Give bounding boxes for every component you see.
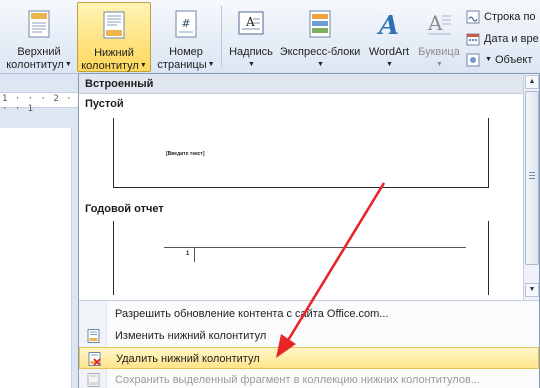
arrow-head <box>276 334 296 358</box>
red-arrow-annotation <box>276 182 386 358</box>
arrow-shaft <box>285 182 386 343</box>
